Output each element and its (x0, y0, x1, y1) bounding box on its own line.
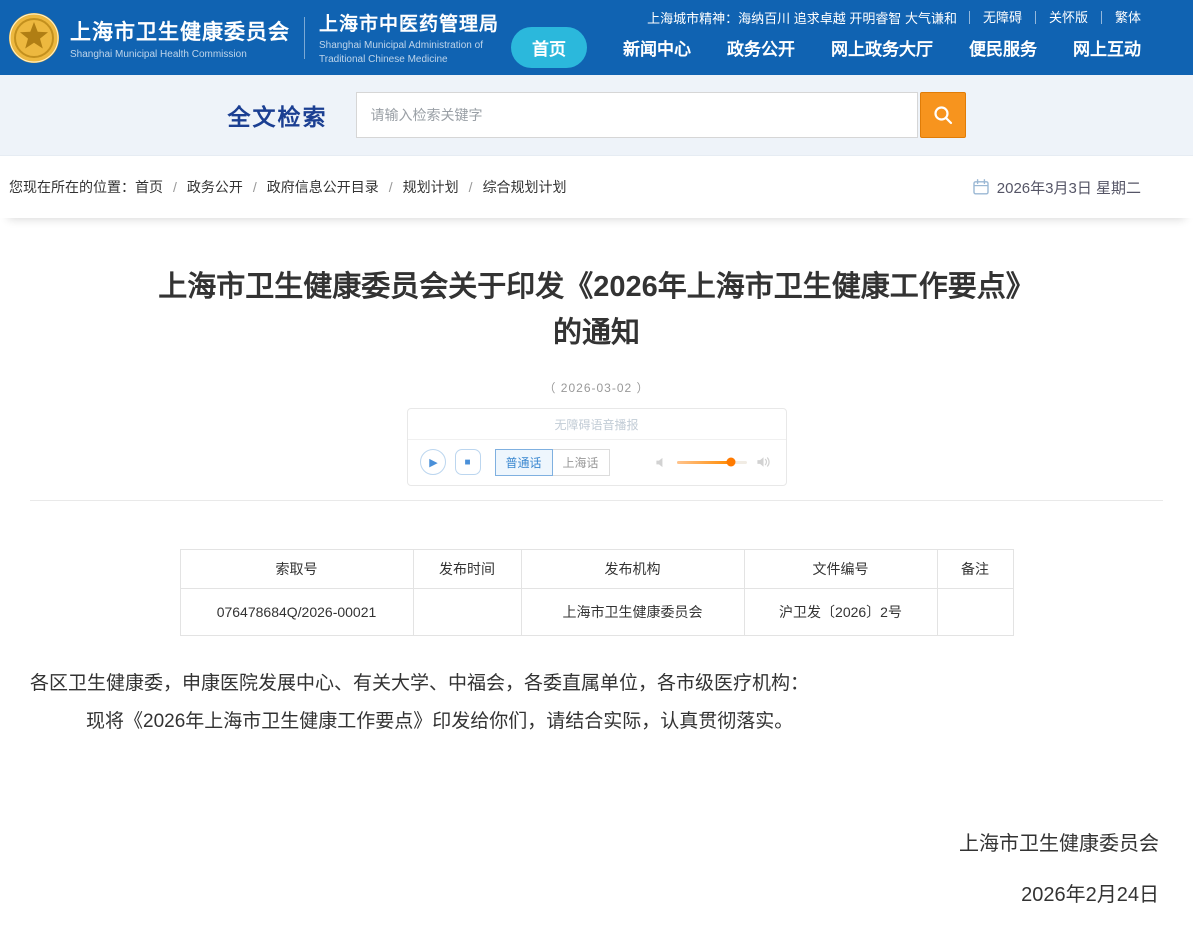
nav-item-gov-affairs[interactable]: 政务公开 (727, 35, 795, 60)
volume-slider-knob[interactable] (727, 458, 736, 467)
org-tcm-administration-subtitle: Shanghai Municipal Administration of Tra… (319, 39, 509, 66)
breadcrumb-item-comprehensive-planning[interactable]: 综合规划计划 (483, 177, 567, 197)
brand-divider (304, 17, 305, 59)
table-row: 076478684Q/2026-00021 上海市卫生健康委员会 沪卫发〔202… (180, 588, 1013, 635)
nav-item-online-service-hall[interactable]: 网上政务大厅 (831, 35, 933, 60)
header-issuing-agency: 发布机构 (521, 549, 744, 588)
table-header-row: 索取号 发布时间 发布机构 文件编号 备注 (180, 549, 1013, 588)
header-document-number: 文件编号 (744, 549, 937, 588)
cell-index-number: 076478684Q/2026-00021 (180, 588, 413, 635)
breadcrumb-item-info-disclosure-catalog[interactable]: 政府信息公开目录 (267, 177, 379, 197)
link-accessibility[interactable]: 无障碍 (969, 11, 1035, 24)
nav-item-online-interaction[interactable]: 网上互动 (1073, 35, 1141, 60)
cell-document-number: 沪卫发〔2026〕2号 (744, 588, 937, 635)
breadcrumb-item-planning[interactable]: 规划计划 (403, 177, 459, 197)
breadcrumb-separator: / (389, 179, 393, 195)
article-salutation: 各区卫生健康委，申康医院发展中心、有关大学、中福会，各委直属单位，各市级医疗机构… (30, 670, 1163, 699)
link-care-version[interactable]: 关怀版 (1035, 11, 1101, 24)
search-label: 全文检索 (228, 98, 328, 132)
search-button[interactable] (920, 92, 966, 138)
header-publish-time: 发布时间 (413, 549, 521, 588)
search-section: 全文检索 (0, 75, 1193, 156)
article: 上海市卫生健康委员会关于印发《2026年上海市卫生健康工作要点》的通知 （ 20… (0, 218, 1193, 931)
nav-item-news-center[interactable]: 新闻中心 (623, 35, 691, 60)
breadcrumb-separator: / (253, 179, 257, 195)
volume-slider-fill (677, 461, 732, 464)
breadcrumb-separator: / (469, 179, 473, 195)
org-health-commission-name: 上海市卫生健康委员会 (70, 16, 290, 46)
tab-mandarin[interactable]: 普通话 (495, 449, 553, 476)
cell-remarks (937, 588, 1013, 635)
article-title: 上海市卫生健康委员会关于印发《2026年上海市卫生健康工作要点》的通知 (157, 264, 1037, 357)
article-signature-date: 2026年2月24日 (34, 878, 1159, 921)
link-traditional-chinese[interactable]: 繁体 (1101, 11, 1141, 24)
language-tabs: 普通话 上海话 (495, 449, 610, 476)
breadcrumb-item-home[interactable]: 首页 (135, 177, 163, 197)
nav-item-public-services[interactable]: 便民服务 (969, 35, 1037, 60)
site-header: 上海市卫生健康委员会 Shanghai Municipal Health Com… (0, 0, 1193, 75)
top-utility-row: 上海城市精神：海纳百川 追求卓越 开明睿智 大气谦和 无障碍 关怀版 繁体 (647, 8, 1141, 27)
cell-publish-time (413, 588, 521, 635)
breadcrumb-prefix: 您现在所在的位置： (9, 177, 135, 197)
tab-shanghainese[interactable]: 上海话 (553, 449, 610, 476)
main-nav: 首页 新闻中心 政务公开 网上政务大厅 便民服务 网上互动 (511, 27, 1141, 68)
cell-issuing-agency: 上海市卫生健康委员会 (521, 588, 744, 635)
audio-reader-widget: 无障碍语音播报 ▶ ■ 普通话 上海话 (407, 408, 787, 486)
calendar-icon (973, 179, 989, 195)
stop-icon: ■ (464, 457, 470, 468)
article-paragraph: 现将《2026年上海市卫生健康工作要点》印发给你们，请结合实际，认真贯彻落实。 (30, 708, 1163, 737)
breadcrumb-bar: 您现在所在的位置： 首页 / 政务公开 / 政府信息公开目录 / 规划计划 / … (0, 156, 1193, 218)
nav-item-home[interactable]: 首页 (511, 27, 587, 68)
breadcrumb: 您现在所在的位置： 首页 / 政务公开 / 政府信息公开目录 / 规划计划 / … (9, 177, 567, 197)
city-spirit-motto: 上海城市精神：海纳百川 追求卓越 开明睿智 大气谦和 (647, 8, 957, 27)
current-date: 2026年3月3日 星期二 (973, 177, 1141, 198)
header-index-number: 索取号 (180, 549, 413, 588)
site-brand: 上海市卫生健康委员会 Shanghai Municipal Health Com… (8, 0, 509, 75)
site-logo-emblem-icon (8, 12, 60, 64)
org-tcm-administration-name: 上海市中医药管理局 (319, 9, 509, 36)
volume-low-icon (655, 456, 668, 469)
play-icon: ▶ (429, 456, 437, 469)
search-input[interactable] (356, 92, 918, 138)
search-icon (932, 104, 954, 126)
header-remarks: 备注 (937, 549, 1013, 588)
audio-reader-title: 无障碍语音播报 (408, 409, 786, 440)
volume-high-icon (756, 455, 772, 469)
current-date-text: 2026年3月3日 星期二 (997, 177, 1141, 198)
breadcrumb-separator: / (173, 179, 177, 195)
volume-slider[interactable] (677, 461, 747, 464)
article-publish-date: （ 2026-03-02 ） (30, 379, 1163, 396)
page: 上海市卫生健康委员会 Shanghai Municipal Health Com… (0, 0, 1193, 931)
org-health-commission-subtitle: Shanghai Municipal Health Commission (70, 49, 290, 60)
org-tcm-administration: 上海市中医药管理局 Shanghai Municipal Administrat… (319, 9, 509, 66)
play-button[interactable]: ▶ (420, 449, 446, 475)
org-health-commission: 上海市卫生健康委员会 Shanghai Municipal Health Com… (70, 16, 290, 60)
volume-control (655, 455, 774, 469)
article-signature: 上海市卫生健康委员会 (34, 827, 1159, 856)
breadcrumb-item-gov-affairs[interactable]: 政务公开 (187, 177, 243, 197)
content-divider (30, 500, 1163, 501)
stop-button[interactable]: ■ (455, 449, 481, 475)
document-meta-table: 索取号 发布时间 发布机构 文件编号 备注 076478684Q/2026-00… (180, 549, 1014, 636)
